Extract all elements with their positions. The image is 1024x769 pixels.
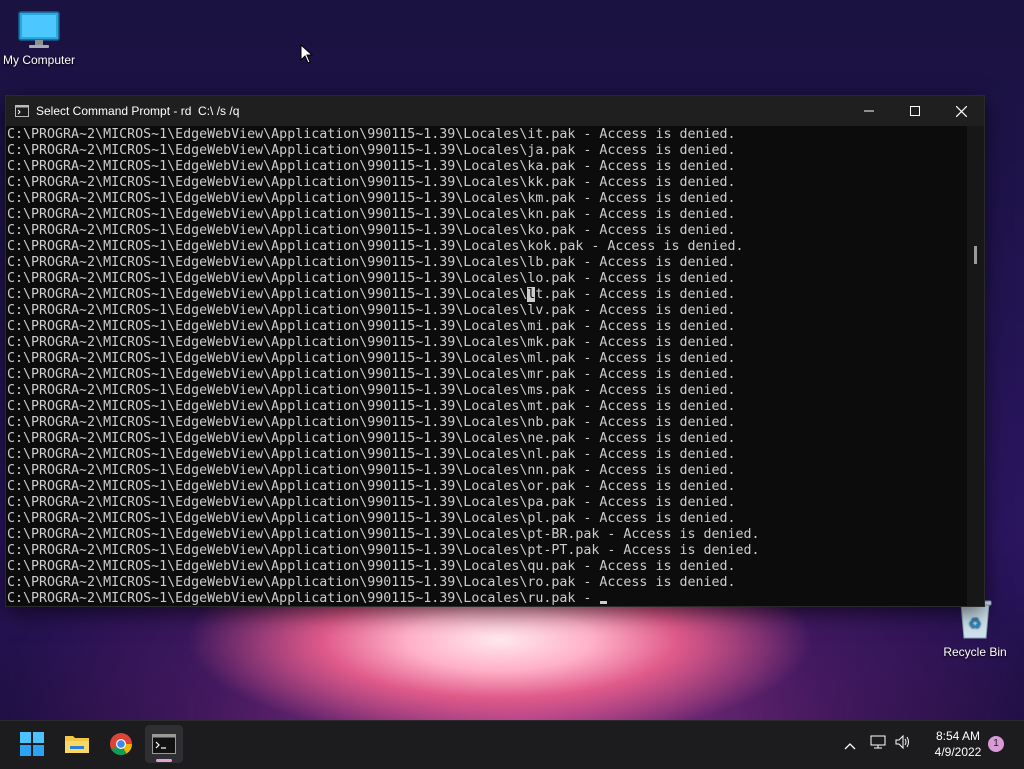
command-prompt-window[interactable]: Select Command Prompt - rd C:\ /s /q C:\…	[5, 95, 985, 607]
console-line: C:\PROGRA~2\MICROS~1\EdgeWebView\Applica…	[7, 399, 736, 414]
maximize-button[interactable]	[892, 96, 938, 126]
console-line: C:\PROGRA~2\MICROS~1\EdgeWebView\Applica…	[7, 415, 736, 430]
console-line: C:\PROGRA~2\MICROS~1\EdgeWebView\Applica…	[7, 511, 736, 526]
close-icon	[955, 105, 967, 117]
minimize-button[interactable]	[846, 96, 892, 126]
mouse-cursor-icon	[300, 44, 314, 64]
volume-icon[interactable]	[894, 734, 912, 754]
console-line: C:\PROGRA~2\MICROS~1\EdgeWebView\Applica…	[7, 479, 736, 494]
console-line: C:\PROGRA~2\MICROS~1\EdgeWebView\Applica…	[7, 239, 744, 254]
system-tray	[844, 720, 912, 768]
chevron-up-icon[interactable]	[844, 735, 856, 754]
console-line: C:\PROGRA~2\MICROS~1\EdgeWebView\Applica…	[7, 447, 736, 462]
taskbar-clock[interactable]: 8:54 AM 4/9/2022	[926, 728, 990, 760]
network-icon[interactable]	[870, 734, 886, 754]
windows-start-icon	[20, 732, 44, 756]
active-app-indicator	[156, 759, 172, 762]
window-titlebar[interactable]: Select Command Prompt - rd C:\ /s /q	[6, 96, 984, 126]
console-line: C:\PROGRA~2\MICROS~1\EdgeWebView\Applica…	[7, 431, 736, 446]
console-line: C:\PROGRA~2\MICROS~1\EdgeWebView\Applica…	[7, 175, 736, 190]
desktop-icon-my-computer[interactable]: My Computer	[0, 10, 78, 67]
vertical-scrollbar[interactable]	[967, 126, 984, 606]
console-line: C:\PROGRA~2\MICROS~1\EdgeWebView\Applica…	[7, 191, 736, 206]
notification-badge[interactable]: 1	[988, 736, 1004, 752]
text-cursor	[600, 601, 608, 604]
console-line: C:\PROGRA~2\MICROS~1\EdgeWebView\Applica…	[7, 559, 736, 574]
console-line: C:\PROGRA~2\MICROS~1\EdgeWebView\Applica…	[7, 591, 967, 606]
chrome-icon	[110, 733, 132, 755]
close-button[interactable]	[938, 96, 984, 126]
desktop-icon-label: My Computer	[2, 53, 76, 67]
console-line: C:\PROGRA~2\MICROS~1\EdgeWebView\Applica…	[7, 143, 736, 158]
console-line: C:\PROGRA~2\MICROS~1\EdgeWebView\Applica…	[7, 127, 736, 142]
chrome-button[interactable]	[102, 725, 140, 763]
console-line: C:\PROGRA~2\MICROS~1\EdgeWebView\Applica…	[7, 543, 760, 558]
file-explorer-button[interactable]	[58, 725, 96, 763]
console-line: C:\PROGRA~2\MICROS~1\EdgeWebView\Applica…	[7, 351, 736, 366]
minimize-icon	[864, 110, 874, 112]
console-line: C:\PROGRA~2\MICROS~1\EdgeWebView\Applica…	[7, 159, 736, 174]
command-prompt-taskbar-button[interactable]	[145, 725, 183, 763]
scrollbar-thumb[interactable]	[974, 246, 977, 264]
desktop-icon-recycle-bin[interactable]: ♻ Recycle Bin	[940, 598, 1010, 659]
monitor-icon	[18, 11, 60, 48]
console-line: C:\PROGRA~2\MICROS~1\EdgeWebView\Applica…	[7, 287, 736, 302]
console-line: C:\PROGRA~2\MICROS~1\EdgeWebView\Applica…	[7, 223, 736, 238]
console-line: C:\PROGRA~2\MICROS~1\EdgeWebView\Applica…	[7, 303, 736, 318]
console-line: C:\PROGRA~2\MICROS~1\EdgeWebView\Applica…	[7, 383, 736, 398]
console-line: C:\PROGRA~2\MICROS~1\EdgeWebView\Applica…	[7, 255, 736, 270]
terminal-icon	[15, 105, 29, 117]
console-line: C:\PROGRA~2\MICROS~1\EdgeWebView\Applica…	[7, 207, 736, 222]
start-button[interactable]	[13, 725, 51, 763]
terminal-icon	[152, 734, 176, 754]
window-title: Select Command Prompt - rd C:\ /s /q	[36, 104, 240, 118]
console-line: C:\PROGRA~2\MICROS~1\EdgeWebView\Applica…	[7, 367, 736, 382]
console-line: C:\PROGRA~2\MICROS~1\EdgeWebView\Applica…	[7, 463, 736, 478]
console-line: C:\PROGRA~2\MICROS~1\EdgeWebView\Applica…	[7, 271, 736, 286]
console-output[interactable]: C:\PROGRA~2\MICROS~1\EdgeWebView\Applica…	[6, 126, 967, 606]
clock-time: 8:54 AM	[935, 729, 981, 743]
console-line: C:\PROGRA~2\MICROS~1\EdgeWebView\Applica…	[7, 495, 736, 510]
desktop-icon-label: Recycle Bin	[943, 645, 1007, 659]
console-line: C:\PROGRA~2\MICROS~1\EdgeWebView\Applica…	[7, 335, 736, 350]
clock-date: 4/9/2022	[934, 745, 982, 759]
maximize-icon	[910, 106, 920, 116]
folder-icon	[65, 736, 89, 753]
console-line: C:\PROGRA~2\MICROS~1\EdgeWebView\Applica…	[7, 527, 760, 542]
console-line: C:\PROGRA~2\MICROS~1\EdgeWebView\Applica…	[7, 575, 736, 590]
svg-text:♻: ♻	[968, 614, 981, 632]
console-line: C:\PROGRA~2\MICROS~1\EdgeWebView\Applica…	[7, 319, 736, 334]
